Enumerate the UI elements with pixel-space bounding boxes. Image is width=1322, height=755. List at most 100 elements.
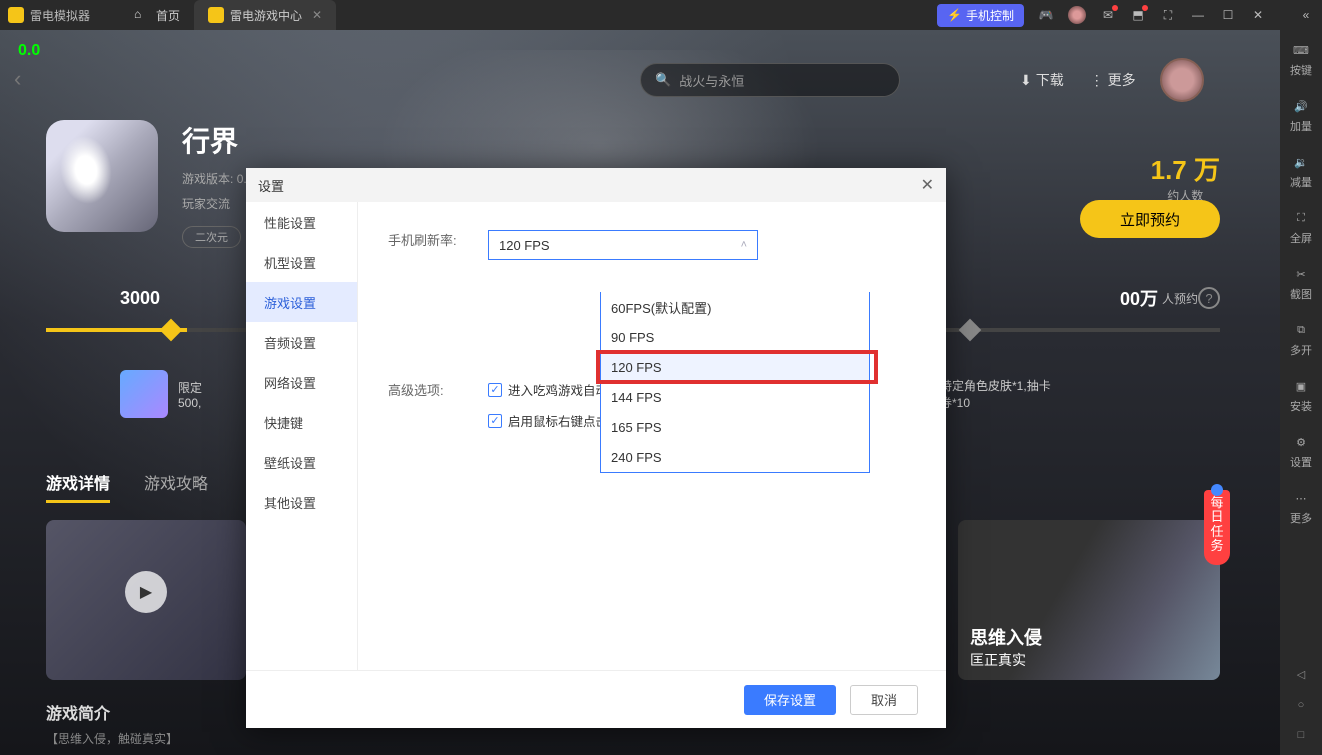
gamepad2-icon[interactable]: 🎮 [1038, 7, 1054, 23]
gamepad-icon [208, 7, 224, 23]
gear-icon: ⚙ [1291, 432, 1311, 452]
refresh-rate-select[interactable]: 120 FPS ˄ [488, 230, 758, 260]
home-icon: ⌂ [134, 7, 150, 23]
milestone-left: 3000 [120, 288, 160, 309]
collapse-rail-icon[interactable]: « [1298, 7, 1314, 23]
refresh-rate-label: 手机刷新率: [388, 230, 488, 249]
volume-up-icon: 🔊 [1291, 96, 1311, 116]
fullscreen-icon: ⛶ [1291, 208, 1311, 228]
sidebar-item-performance[interactable]: 性能设置 [246, 202, 357, 242]
rail-multi[interactable]: ⧉多开 [1290, 320, 1312, 358]
apk-icon: ▣ [1291, 376, 1311, 396]
help-icon[interactable]: ? [1198, 287, 1220, 309]
dialog-sidebar: 性能设置 机型设置 游戏设置 音频设置 网络设置 快捷键 壁纸设置 其他设置 [246, 202, 358, 670]
rail-more[interactable]: ⋯更多 [1290, 488, 1312, 526]
more-label: 更多 [1108, 72, 1136, 88]
user-avatar[interactable] [1068, 6, 1086, 24]
promo-card[interactable]: 思维入侵 匡正真实 [958, 520, 1220, 680]
refresh-rate-dropdown: 60FPS(默认配置) 90 FPS 120 FPS 144 FPS 165 F… [600, 292, 870, 473]
reserve-button[interactable]: 立即预约 [1080, 200, 1220, 238]
close-icon[interactable]: ✕ [312, 8, 322, 22]
rail-fullscreen[interactable]: ⛶全屏 [1290, 208, 1312, 246]
game-icon[interactable] [46, 120, 158, 232]
tag-chip[interactable]: 二次元 [182, 226, 241, 248]
notification-icon[interactable]: ⬒ [1130, 7, 1146, 23]
more-menu[interactable]: ⋮ 更多 [1090, 70, 1136, 90]
dialog-close-icon[interactable]: ✕ [921, 175, 934, 195]
rail-keymap[interactable]: ⌨按键 [1290, 40, 1312, 78]
download-label: 下载 [1036, 70, 1064, 90]
phone-icon: ⚡ [947, 8, 962, 22]
intro-title: 游戏简介 [46, 700, 178, 724]
daily-task-ribbon[interactable]: 每日任务 [1204, 490, 1230, 565]
forum-link[interactable]: 玩家交流 [182, 195, 230, 212]
rail-install[interactable]: ▣安装 [1290, 376, 1312, 414]
app-brand: 雷电模拟器 [30, 7, 90, 24]
option-60fps[interactable]: 60FPS(默认配置) [601, 292, 869, 322]
right-rail: ⌨按键 🔊加量 🔉减量 ⛶全屏 ✂截图 ⧉多开 ▣安装 ⚙设置 ⋯更多 ◁ ○ … [1280, 30, 1322, 755]
dialog-content: 手机刷新率: 120 FPS ˄ 60FPS(默认配置) 90 FPS 120 … [358, 202, 946, 670]
nav-recent-icon[interactable]: □ [1298, 729, 1305, 741]
promo-line1: 思维入侵 [970, 624, 1042, 650]
video-card[interactable]: ▶ [46, 520, 246, 680]
dialog-title: 设置 [258, 176, 284, 195]
nav-home-icon[interactable]: ○ [1298, 699, 1305, 711]
more-icon: ⋯ [1291, 488, 1311, 508]
maximize-icon[interactable]: ☐ [1220, 7, 1236, 23]
option-144fps[interactable]: 144 FPS [601, 382, 869, 412]
advanced-label: 高级选项: [388, 380, 488, 430]
sidebar-item-shortcut[interactable]: 快捷键 [246, 402, 357, 442]
rail-settings[interactable]: ⚙设置 [1290, 432, 1312, 470]
tab-home-label: 首页 [156, 7, 180, 24]
save-button[interactable]: 保存设置 [744, 685, 836, 715]
reward-item[interactable]: 限定500, [120, 370, 202, 418]
download-icon: ⬇ [1020, 72, 1032, 89]
sidebar-item-wallpaper[interactable]: 壁纸设置 [246, 442, 357, 482]
app-logo [8, 7, 24, 23]
fps-overlay: 0.0 [18, 42, 40, 60]
game-intro: 游戏简介 【思维入侵，触碰真实】 [46, 700, 178, 747]
keyboard-icon: ⌨ [1291, 40, 1311, 60]
search-input[interactable]: 🔍 战火与永恒 [640, 63, 900, 97]
tab-detail[interactable]: 游戏详情 [46, 470, 110, 503]
promo-line2: 匡正真实 [970, 650, 1042, 670]
refresh-rate-value: 120 FPS [499, 238, 550, 253]
media-cards: ▶ [46, 520, 246, 680]
search-placeholder: 战火与永恒 [679, 71, 744, 90]
multi-icon: ⧉ [1291, 320, 1311, 340]
sidebar-item-game[interactable]: 游戏设置 [246, 282, 357, 322]
profile-avatar[interactable] [1160, 58, 1204, 102]
cancel-button[interactable]: 取消 [850, 685, 918, 715]
reward-text: 券*10 [940, 394, 1051, 411]
option-165fps[interactable]: 165 FPS [601, 412, 869, 442]
sidebar-item-model[interactable]: 机型设置 [246, 242, 357, 282]
sidebar-item-other[interactable]: 其他设置 [246, 482, 357, 522]
nav-back-icon[interactable]: ◁ [1297, 668, 1305, 681]
titlebar: 雷电模拟器 ⌂ 首页 雷电游戏中心 ✕ ⚡ 手机控制 🎮 ✉ ⬒ ⛶ — ☐ ✕… [0, 0, 1322, 30]
option-120fps[interactable]: 120 FPS [601, 352, 869, 382]
game-title: 行界 [182, 120, 456, 160]
tab-home[interactable]: ⌂ 首页 [120, 0, 194, 30]
reward-text: 500, [178, 396, 202, 410]
dialog-titlebar: 设置 ✕ [246, 168, 946, 202]
sidebar-item-audio[interactable]: 音频设置 [246, 322, 357, 362]
intro-line: 【思维入侵，触碰真实】 [46, 730, 178, 747]
dialog-footer: 保存设置 取消 [246, 670, 946, 728]
mail-icon[interactable]: ✉ [1100, 7, 1116, 23]
option-90fps[interactable]: 90 FPS [601, 322, 869, 352]
download-button[interactable]: ⬇ 下载 [1020, 70, 1064, 90]
minimize-icon[interactable]: — [1190, 7, 1206, 23]
page-tabs: 游戏详情 游戏攻略 [46, 470, 208, 503]
tab-strategy[interactable]: 游戏攻略 [144, 470, 208, 503]
tab-game-center[interactable]: 雷电游戏中心 ✕ [194, 0, 336, 30]
rail-volume-down[interactable]: 🔉减量 [1290, 152, 1312, 190]
option-240fps[interactable]: 240 FPS [601, 442, 869, 472]
scissors-icon: ✂ [1291, 264, 1311, 284]
window-close-icon[interactable]: ✕ [1250, 7, 1266, 23]
volume-down-icon: 🔉 [1291, 152, 1311, 172]
rail-volume-up[interactable]: 🔊加量 [1290, 96, 1312, 134]
sidebar-item-network[interactable]: 网络设置 [246, 362, 357, 402]
rail-screenshot[interactable]: ✂截图 [1290, 264, 1312, 302]
expand-icon[interactable]: ⛶ [1160, 7, 1176, 23]
phone-control-button[interactable]: ⚡ 手机控制 [937, 4, 1024, 27]
